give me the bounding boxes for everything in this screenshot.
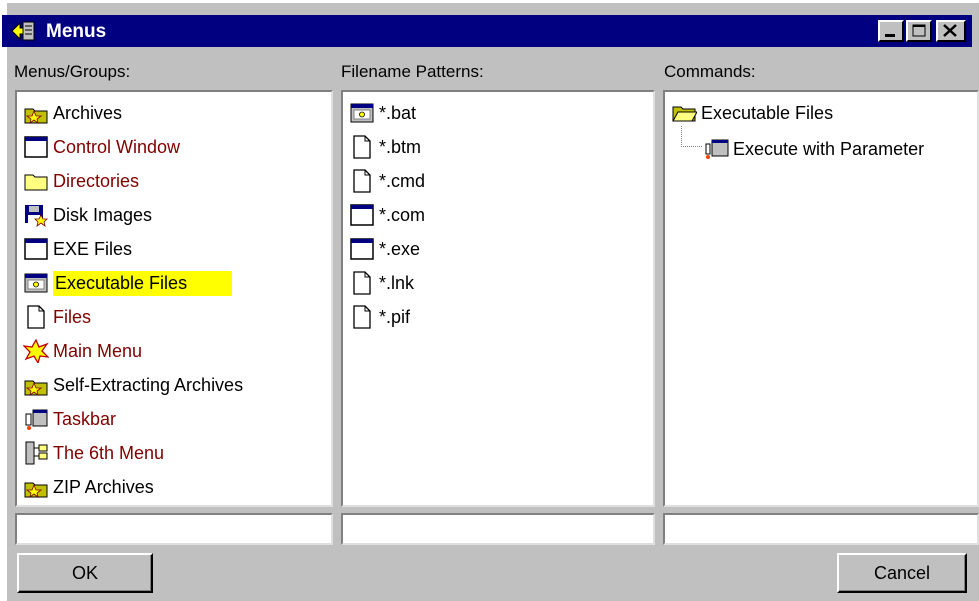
group-item-label: The 6th Menu xyxy=(53,442,165,463)
folder-star-icon xyxy=(21,371,51,399)
commands-tree[interactable]: Executable Files Execute with Parameter xyxy=(663,90,979,507)
tree-connector xyxy=(681,126,702,147)
group-item-label: Directories xyxy=(53,170,140,191)
group-item[interactable]: Executable Files xyxy=(21,268,233,298)
executable-window-icon xyxy=(21,269,51,297)
document-icon xyxy=(347,133,377,161)
minimize-button[interactable] xyxy=(878,20,904,42)
pattern-item[interactable]: *.lnk xyxy=(347,268,414,298)
group-item[interactable]: Self-Extracting Archives xyxy=(21,370,243,400)
open-folder-icon xyxy=(669,99,699,127)
group-item-label: Disk Images xyxy=(53,204,153,225)
group-item[interactable]: EXE Files xyxy=(21,234,132,264)
tree-menu-icon xyxy=(21,439,51,467)
group-item-label: Archives xyxy=(53,102,123,123)
document-icon xyxy=(21,303,51,331)
pattern-item-label: *.pif xyxy=(379,306,411,327)
close-button[interactable] xyxy=(936,20,966,42)
pattern-item[interactable]: *.bat xyxy=(347,98,416,128)
groups-edit-field[interactable] xyxy=(15,513,333,545)
group-item[interactable]: Main Menu xyxy=(21,336,142,366)
folder-star-icon xyxy=(21,473,51,501)
tree-node-root[interactable]: Executable Files xyxy=(669,98,833,128)
tree-node-child-label: Execute with Parameter xyxy=(733,138,925,159)
close-icon xyxy=(943,24,957,37)
patterns-list[interactable]: *.bat *.btm *.cmd *.com *.exe *.lnk *.pif xyxy=(341,90,655,507)
window-icon xyxy=(21,235,51,263)
ok-button-label: OK xyxy=(71,562,98,583)
group-item[interactable]: Disk Images xyxy=(21,200,152,230)
group-item-label: EXE Files xyxy=(53,238,133,259)
menus-app-icon xyxy=(11,21,35,41)
commands-label: Commands: xyxy=(664,62,756,81)
groups-label: Menus/Groups: xyxy=(14,62,131,81)
group-item[interactable]: Directories xyxy=(21,166,139,196)
group-item[interactable]: The 6th Menu xyxy=(21,438,164,468)
pattern-item-label: *.com xyxy=(379,204,426,225)
group-item-label: Taskbar xyxy=(53,408,117,429)
group-item-label: Control Window xyxy=(53,136,181,157)
pattern-item-label: *.bat xyxy=(379,102,417,123)
group-item[interactable]: Archives xyxy=(21,98,122,128)
group-item[interactable]: Files xyxy=(21,302,91,332)
document-icon xyxy=(347,167,377,195)
group-item[interactable]: Control Window xyxy=(21,132,180,162)
groups-list[interactable]: Archives Control Window Directories Disk Im… xyxy=(15,90,333,507)
folder-icon xyxy=(21,167,51,195)
pattern-item-label: *.btm xyxy=(379,136,422,157)
group-item-label: Main Menu xyxy=(53,340,143,361)
pattern-item-label: *.exe xyxy=(379,238,421,259)
maximize-icon xyxy=(912,24,926,37)
patterns-edit-field[interactable] xyxy=(341,513,655,545)
tree-node-child[interactable]: Execute with Parameter xyxy=(701,134,924,164)
floppy-star-icon xyxy=(21,201,51,229)
pattern-item[interactable]: *.cmd xyxy=(347,166,425,196)
document-icon xyxy=(347,303,377,331)
executable-window-icon xyxy=(347,99,377,127)
taskbar-icon xyxy=(21,405,51,433)
window-icon xyxy=(347,201,377,229)
minimize-icon xyxy=(885,34,895,37)
pattern-item-label: *.lnk xyxy=(379,272,415,293)
window-title: Menus xyxy=(46,21,107,42)
title-bar[interactable]: Menus xyxy=(2,15,972,47)
group-item-label: Self-Extracting Archives xyxy=(53,374,244,395)
commands-edit-field[interactable] xyxy=(663,513,979,545)
tree-node-root-label: Executable Files xyxy=(701,102,834,123)
cancel-button[interactable]: Cancel xyxy=(837,553,967,593)
ok-button[interactable]: OK xyxy=(17,553,153,593)
document-icon xyxy=(347,269,377,297)
window-icon xyxy=(347,235,377,263)
pattern-item-label: *.cmd xyxy=(379,170,426,191)
pattern-item[interactable]: *.com xyxy=(347,200,425,230)
pattern-item[interactable]: *.btm xyxy=(347,132,421,162)
group-item[interactable]: Taskbar xyxy=(21,404,116,434)
pattern-item[interactable]: *.pif xyxy=(347,302,410,332)
group-item[interactable]: ZIP Archives xyxy=(21,472,154,502)
cancel-button-label: Cancel xyxy=(873,562,931,583)
pattern-item[interactable]: *.exe xyxy=(347,234,420,264)
window-icon xyxy=(21,133,51,161)
patterns-label: Filename Patterns: xyxy=(341,62,484,81)
folder-star-icon xyxy=(21,99,51,127)
group-item-label: Files xyxy=(53,306,92,327)
group-item-label: Executable Files xyxy=(53,270,233,296)
group-item-label: ZIP Archives xyxy=(53,476,154,497)
maximize-button[interactable] xyxy=(906,20,932,42)
taskbar-icon xyxy=(701,135,731,163)
starburst-icon xyxy=(21,337,51,365)
